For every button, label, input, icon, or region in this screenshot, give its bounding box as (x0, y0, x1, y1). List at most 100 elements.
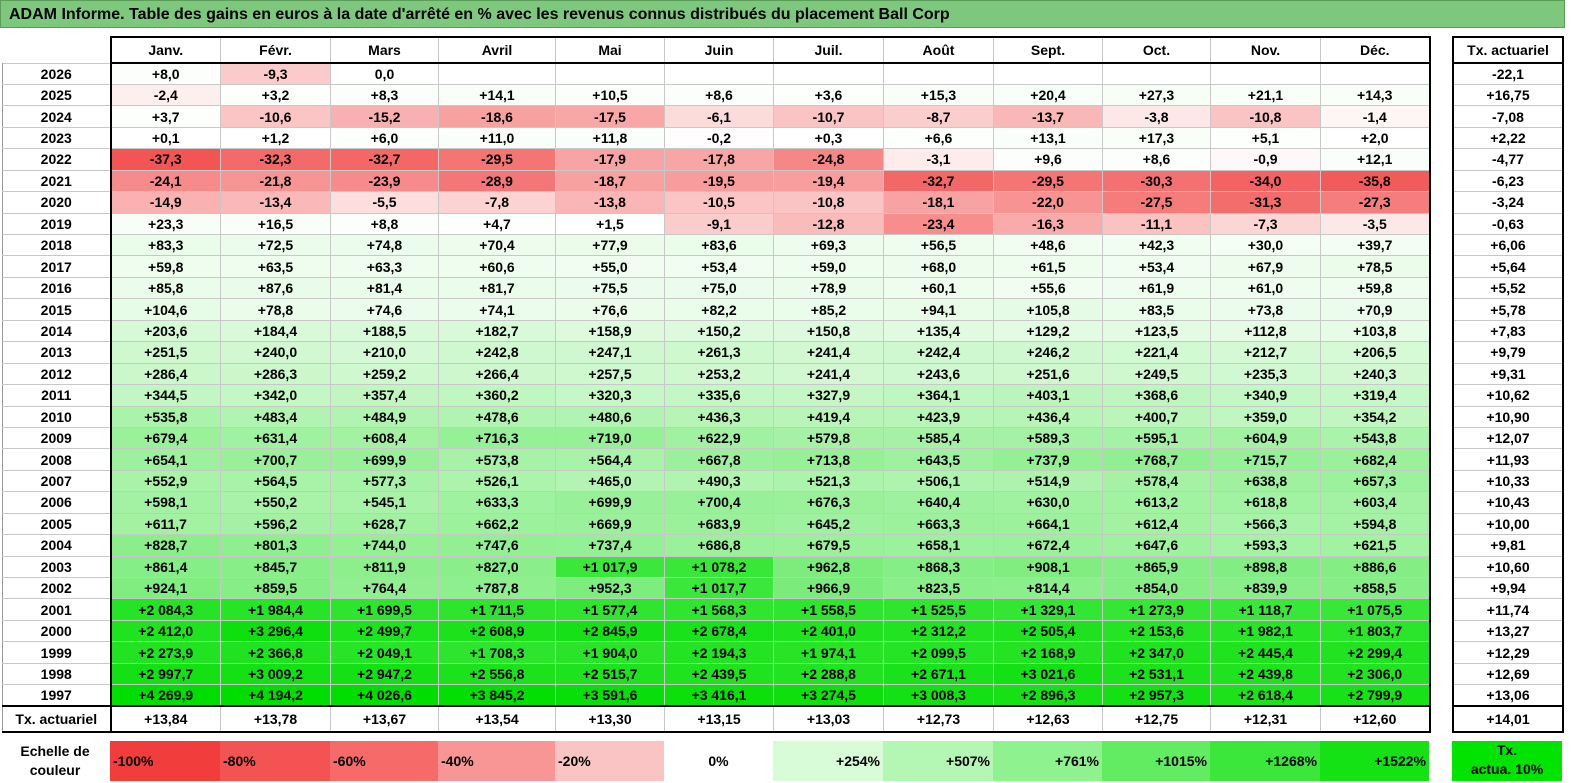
gain-cell: +2 947,2 (330, 662, 439, 686)
year-label: 2020 (2, 191, 111, 214)
footer-rate-cell: +13,54 (438, 705, 556, 734)
gain-cell: +715,7 (1210, 448, 1321, 471)
footer-rate-cell: +12,63 (993, 705, 1103, 734)
month-header: Sept. (993, 36, 1103, 64)
gain-cell: +1 982,1 (1210, 619, 1321, 643)
gain-cell: -18,1 (883, 191, 994, 214)
gain-cell: +2 168,9 (993, 641, 1103, 664)
gain-cell: +1,2 (220, 126, 331, 150)
actuarial-rate-cell: +5,64 (1452, 255, 1564, 278)
gain-cell: +908,1 (993, 555, 1103, 579)
gain-cell: +654,1 (109, 448, 221, 471)
gain-cell: +552,9 (109, 469, 221, 493)
gain-cell: +2 957,3 (1102, 684, 1211, 707)
gain-cell: +77,9 (555, 233, 665, 257)
gain-cell: +966,9 (773, 576, 884, 600)
gain-cell: +85,8 (109, 276, 221, 300)
year-label: 1997 (2, 684, 111, 707)
gain-cell: +61,0 (1210, 276, 1321, 300)
gain-cell: +3,6 (773, 83, 884, 107)
actuarial-rate-cell: +9,31 (1452, 363, 1564, 386)
gain-cell: -23,4 (883, 212, 994, 236)
year-row: 1998 +2 997,7 +3 009,2 +2 947,2 +2 556,8 +2 5… (2, 662, 1431, 686)
gain-cell: +861,4 (109, 555, 221, 579)
gain-cell: +319,4 (1320, 384, 1431, 407)
gain-cell: -32,3 (220, 148, 331, 171)
report-title: ADAM Informe. Table des gains en euros à… (0, 0, 1565, 28)
gain-cell: +787,8 (438, 576, 556, 600)
gain-cell: +246,2 (993, 341, 1103, 364)
gain-cell: +618,8 (1210, 491, 1321, 514)
gain-cell: -7,3 (1210, 212, 1321, 236)
actuarial-rate-cell: +12,07 (1452, 427, 1564, 450)
gain-cell: +243,6 (883, 362, 994, 386)
gain-cell: +2 556,8 (438, 662, 556, 686)
gain-cell: +699,9 (330, 448, 439, 471)
year-label: 2008 (2, 448, 111, 471)
actuarial-rate-cell: +10,60 (1452, 556, 1564, 579)
gain-cell: +744,0 (330, 534, 439, 557)
gain-cell: -10,7 (773, 105, 884, 128)
gain-cell: +716,3 (438, 426, 556, 450)
year-row: 1999 +2 273,9 +2 366,8 +2 049,1 +1 708,3 +1 9… (2, 641, 1431, 664)
gain-cell: +400,7 (1102, 405, 1211, 428)
footer-rate-cell: +12,73 (883, 705, 994, 734)
year-row: 2024 +3,7 -10,6 -15,2 -18,6 -17,5 -6,1 -10,7 -8,… (2, 105, 1431, 128)
gain-cell: -18,7 (555, 169, 665, 193)
gain-cell: -23,9 (330, 169, 439, 193)
gain-cell: +2 099,5 (883, 641, 994, 664)
gain-cell: +368,6 (1102, 384, 1211, 407)
month-header: Mai (555, 36, 665, 64)
gain-cell: +478,6 (438, 405, 556, 428)
gain-cell: +594,8 (1320, 512, 1431, 536)
gain-cell: +320,3 (555, 384, 665, 407)
gain-cell: +286,3 (220, 362, 331, 386)
year-label: 2012 (2, 362, 111, 386)
gain-cell: +87,6 (220, 276, 331, 300)
actuarial-rate-cell: -7,08 (1452, 105, 1564, 128)
gain-cell: +242,4 (883, 341, 994, 364)
year-label: 2016 (2, 276, 111, 300)
gain-cell: +59,0 (773, 255, 884, 278)
gain-cell: +2 896,3 (993, 684, 1103, 707)
gain-cell: +663,3 (883, 512, 994, 536)
gain-cell: +12,1 (1320, 148, 1431, 171)
footer-rate-cell: +12,60 (1320, 705, 1431, 734)
gain-cell: +633,3 (438, 491, 556, 514)
gain-cell: +3 274,5 (773, 684, 884, 707)
gain-cell: +74,6 (330, 298, 439, 321)
gain-cell: +103,8 (1320, 319, 1431, 343)
gain-cell: +251,5 (109, 341, 221, 364)
year-row: 2015 +104,6 +78,8 +74,6 +74,1 +76,6 +82,2 +85,2… (2, 298, 1431, 321)
gain-cell: +76,6 (555, 298, 665, 321)
gain-cell: +1 017,9 (555, 555, 665, 579)
gain-cell: +11,0 (438, 126, 556, 150)
gain-cell: +628,7 (330, 512, 439, 536)
year-row: 2003 +861,4 +845,7 +811,9 +827,0 +1 017,9 +1 0… (2, 555, 1431, 579)
gain-cell: +2 288,8 (773, 662, 884, 686)
gain-cell: +14,3 (1320, 83, 1431, 107)
year-row: 2010 +535,8 +483,4 +484,9 +478,6 +480,6 +436,3… (2, 405, 1431, 428)
gain-cell: +593,3 (1210, 534, 1321, 557)
actuarial-rate-cell: +10,33 (1452, 470, 1564, 493)
actuarial-rate-cell: +11,93 (1452, 448, 1564, 471)
gain-cell: +898,8 (1210, 555, 1321, 579)
gain-cell: +242,8 (438, 341, 556, 364)
gain-cell: +962,8 (773, 555, 884, 579)
gain-cell: -15,2 (330, 105, 439, 128)
gain-cell: +81,7 (438, 276, 556, 300)
gain-cell: +30,0 (1210, 233, 1321, 257)
gain-cell: +436,4 (993, 405, 1103, 428)
gain-cell: +638,8 (1210, 469, 1321, 493)
gain-cell: +1 017,7 (664, 576, 774, 600)
gain-cell: +2 412,0 (109, 619, 221, 643)
gain-cell: +75,5 (555, 276, 665, 300)
gain-cell: +4 269,9 (109, 684, 221, 707)
gain-cell: +814,4 (993, 576, 1103, 600)
gain-cell: +514,9 (993, 469, 1103, 493)
gain-cell: +39,7 (1320, 233, 1431, 257)
actuarial-rate-cell: -0,63 (1452, 213, 1564, 236)
gain-cell: +4 194,2 (220, 684, 331, 707)
gain-cell: +184,4 (220, 319, 331, 343)
actuarial-rate-cell: +9,79 (1452, 341, 1564, 364)
